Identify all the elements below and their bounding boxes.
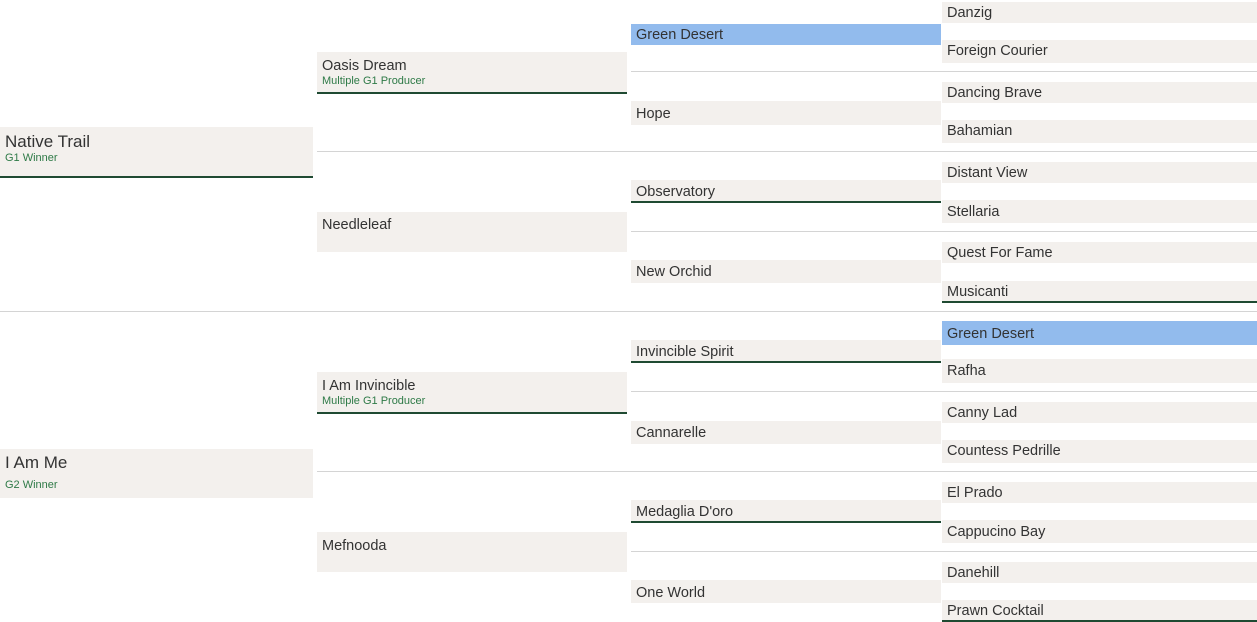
horse-name: Foreign Courier [947,43,1048,59]
horse-achievement: G1 Winner [5,152,58,164]
pedigree-gen4-2[interactable]: Foreign Courier [942,40,1257,63]
horse-achievement: Multiple G1 Producer [322,75,426,87]
horse-name: Green Desert [947,326,1035,342]
horse-name: Danzig [947,5,993,21]
pedigree-sire-dam[interactable]: Needleleaf [317,212,627,252]
pedigree-gen4-6[interactable]: Stellaria [942,200,1257,223]
horse-name: El Prado [947,485,1003,501]
horse-name: One World [636,585,706,601]
pedigree-gen3-4[interactable]: New Orchid [631,260,941,283]
horse-name: Bahamian [947,123,1013,139]
pedigree-gen4-11[interactable]: Canny Lad [942,402,1257,423]
pedigree-gen4-5[interactable]: Distant View [942,162,1257,183]
pedigree-gen4-1[interactable]: Danzig [942,2,1257,23]
horse-name: Medaglia D'oro [636,504,734,520]
horse-name: Distant View [947,165,1028,181]
pedigree-gen3-7[interactable]: Medaglia D'oro [631,500,941,523]
pedigree-dam-sire[interactable]: I Am Invincible Multiple G1 Producer [317,372,627,414]
divider-gen1-top [317,151,1257,152]
horse-name: Hope [636,106,671,122]
pedigree-sire[interactable]: Native Trail G1 Winner [0,127,313,178]
pedigree-gen4-12[interactable]: Countess Pedrille [942,440,1257,463]
pedigree-gen4-4[interactable]: Bahamian [942,120,1257,143]
divider-gen2-4 [631,551,1257,552]
horse-name: Native Trail [5,132,91,151]
divider-main [0,311,1257,312]
pedigree-dam-dam[interactable]: Mefnooda [317,532,627,572]
pedigree-dam[interactable]: I Am Me G2 Winner [0,449,313,498]
pedigree-gen4-8[interactable]: Musicanti [942,281,1257,303]
horse-name: I Am Me [5,453,68,472]
divider-gen2-3 [631,391,1257,392]
pedigree-gen4-3[interactable]: Dancing Brave [942,82,1257,103]
horse-name: Invincible Spirit [636,344,734,360]
pedigree-gen4-14[interactable]: Cappucino Bay [942,520,1257,543]
pedigree-gen3-3[interactable]: Observatory [631,180,941,203]
horse-name: Cannarelle [636,425,707,441]
horse-name: New Orchid [636,264,712,280]
pedigree-gen3-2[interactable]: Hope [631,101,941,125]
horse-name: Observatory [636,184,715,200]
horse-name: Oasis Dream [322,58,407,74]
horse-name: Canny Lad [947,405,1018,421]
pedigree-sire-sire[interactable]: Oasis Dream Multiple G1 Producer [317,52,627,94]
divider-gen1-bottom [317,471,1257,472]
divider-gen2-2 [631,231,1257,232]
horse-achievement: Multiple G1 Producer [322,395,426,407]
horse-name: Musicanti [947,284,1009,300]
pedigree-gen4-9[interactable]: Green Desert [942,321,1257,345]
pedigree-gen4-13[interactable]: El Prado [942,482,1257,503]
horse-name: Cappucino Bay [947,524,1046,540]
horse-name: Danehill [947,565,1000,581]
divider-gen2-1 [631,71,1257,72]
horse-name: I Am Invincible [322,378,416,394]
pedigree-gen4-7[interactable]: Quest For Fame [942,242,1257,263]
horse-name: Rafha [947,363,986,379]
horse-name: Countess Pedrille [947,443,1061,459]
pedigree-gen3-8[interactable]: One World [631,580,941,603]
horse-name: Needleleaf [322,217,392,233]
pedigree-gen4-16[interactable]: Prawn Cocktail [942,600,1257,622]
pedigree-gen3-1[interactable]: Green Desert [631,24,941,45]
pedigree-gen3-5[interactable]: Invincible Spirit [631,340,941,363]
horse-name: Dancing Brave [947,85,1043,101]
horse-achievement: G2 Winner [5,479,58,491]
pedigree-gen3-6[interactable]: Cannarelle [631,421,941,444]
horse-name: Prawn Cocktail [947,603,1044,619]
horse-name: Mefnooda [322,538,387,554]
horse-name: Quest For Fame [947,245,1053,261]
horse-name: Stellaria [947,204,1000,220]
pedigree-gen4-10[interactable]: Rafha [942,359,1257,383]
pedigree-gen4-15[interactable]: Danehill [942,562,1257,583]
horse-name: Green Desert [636,27,724,43]
